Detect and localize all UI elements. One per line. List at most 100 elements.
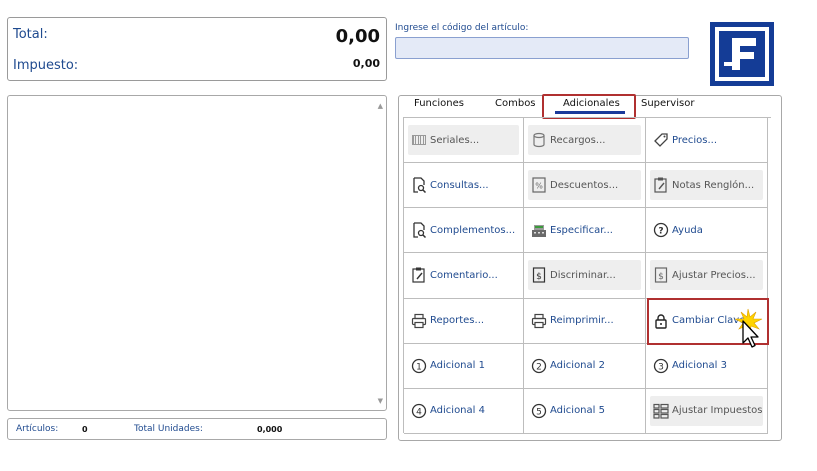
- document-search-icon: [411, 177, 427, 194]
- seriales-button[interactable]: Seriales...: [408, 125, 519, 156]
- descuentos-button[interactable]: % Descuentos...: [528, 170, 641, 201]
- tax-label: Impuesto:: [13, 58, 79, 73]
- svg-text:%: %: [535, 182, 543, 191]
- descuentos-label: Descuentos...: [550, 179, 619, 191]
- articles-value: 0: [82, 425, 88, 434]
- precios-button[interactable]: Precios...: [650, 125, 763, 155]
- complementos-button[interactable]: Complementos...: [408, 215, 519, 245]
- svg-text:5: 5: [536, 407, 542, 417]
- discriminar-label: Discriminar...: [550, 269, 616, 281]
- complementos-label: Complementos...: [430, 224, 516, 236]
- grid-cell: Precios...: [646, 118, 768, 164]
- grid-cell: Cambiar Clave: [646, 298, 768, 344]
- svg-text:$: $: [536, 272, 542, 282]
- grid-list-icon: [653, 403, 669, 419]
- tab-supervisor[interactable]: Supervisor: [641, 98, 694, 109]
- comentario-label: Comentario...: [430, 269, 498, 281]
- clipboard-edit-icon: [653, 177, 669, 193]
- circle-2-icon: 2: [531, 358, 547, 374]
- reimprimir-button[interactable]: Reimprimir...: [528, 306, 641, 336]
- svg-text:?: ?: [658, 227, 663, 237]
- circle-1-icon: 1: [411, 358, 427, 374]
- adicional-4-button[interactable]: 4 Adicional 4: [408, 396, 519, 426]
- ayuda-button[interactable]: ? Ayuda: [650, 215, 763, 245]
- dollar-document-icon: $: [531, 267, 547, 284]
- especificar-button[interactable]: Especificar...: [528, 215, 641, 245]
- grid-cell: Especificar...: [524, 208, 646, 254]
- svg-text:2: 2: [536, 362, 542, 372]
- grid-cell: 4 Adicional 4: [404, 388, 524, 434]
- grid-cell: Reportes...: [404, 298, 524, 344]
- totals-panel: Total: 0,00 Impuesto: 0,00: [7, 17, 387, 81]
- grid-cell: Recargos...: [524, 118, 646, 164]
- grid-cell: Comentario...: [404, 253, 524, 299]
- circle-3-icon: 3: [653, 358, 669, 374]
- adicional-2-button[interactable]: 2 Adicional 2: [528, 351, 641, 381]
- grid-cell: Consultas...: [404, 163, 524, 209]
- active-tab-indicator: [555, 111, 625, 114]
- grid-cell: $ Discriminar...: [524, 253, 646, 299]
- document-search-icon: [411, 222, 427, 239]
- ajustar-impuestos-label: Ajustar Impuestos...: [672, 405, 763, 417]
- button-grid: Seriales... Recargos... Precios... Consu…: [403, 117, 771, 434]
- total-label: Total:: [13, 27, 48, 42]
- tax-value: 0,00: [352, 57, 380, 70]
- recargos-button[interactable]: Recargos...: [528, 125, 641, 156]
- svg-text:3: 3: [658, 362, 664, 372]
- discriminar-button[interactable]: $ Discriminar...: [528, 260, 641, 291]
- tab-combos[interactable]: Combos: [495, 98, 536, 109]
- consultas-button[interactable]: Consultas...: [408, 170, 519, 200]
- articles-label: Artículos:: [16, 424, 59, 434]
- item-list[interactable]: ▲ ▼: [7, 95, 387, 411]
- total-units-label: Total Unidades:: [134, 424, 203, 434]
- ajustar-precios-button[interactable]: $ Ajustar Precios...: [650, 260, 763, 291]
- reimprimir-label: Reimprimir...: [550, 315, 614, 327]
- adicional-3-button[interactable]: 3 Adicional 3: [650, 351, 763, 381]
- barcode-icon: [411, 132, 427, 148]
- function-tabs-panel: Funciones Combos Adicionales Supervisor …: [398, 94, 782, 441]
- ajustar-impuestos-button[interactable]: Ajustar Impuestos...: [650, 395, 763, 426]
- price-tag-icon: [653, 132, 669, 148]
- grid-cell: Complementos...: [404, 208, 524, 254]
- adicional-5-button[interactable]: 5 Adicional 5: [528, 396, 641, 426]
- app-logo: [710, 22, 774, 86]
- reportes-button[interactable]: Reportes...: [408, 306, 519, 336]
- notas-renglon-label: Notas Renglón...: [672, 179, 755, 191]
- svg-text:$: $: [658, 272, 664, 282]
- adicional-5-label: Adicional 5: [550, 405, 605, 417]
- adicional-3-label: Adicional 3: [672, 360, 727, 372]
- cambiar-clave-button[interactable]: Cambiar Clave: [650, 306, 763, 336]
- tab-funciones[interactable]: Funciones: [414, 98, 464, 109]
- register-icon: [531, 222, 547, 238]
- grid-cell: $ Ajustar Precios...: [646, 253, 768, 299]
- precios-label: Precios...: [672, 134, 718, 146]
- percent-document-icon: %: [531, 177, 547, 193]
- grid-cell: 1 Adicional 1: [404, 343, 524, 389]
- printer-icon: [411, 313, 427, 329]
- grid-cell: Seriales...: [404, 118, 524, 164]
- circle-4-icon: 4: [411, 403, 427, 419]
- lock-icon: [653, 313, 669, 329]
- adicional-2-label: Adicional 2: [550, 360, 605, 372]
- grid-cell: 2 Adicional 2: [524, 343, 646, 389]
- clipboard-edit-icon: [411, 267, 427, 284]
- svg-text:4: 4: [416, 407, 422, 417]
- reportes-label: Reportes...: [430, 315, 485, 327]
- grid-cell: Ajustar Impuestos...: [646, 388, 768, 434]
- notas-renglon-button[interactable]: Notas Renglón...: [650, 170, 763, 201]
- database-icon: [531, 132, 547, 148]
- printer-icon: [531, 313, 547, 329]
- status-bar: Artículos: 0 Total Unidades: 0,000: [7, 418, 387, 440]
- scroll-up-arrow-icon[interactable]: ▲: [378, 102, 383, 110]
- grid-cell: 5 Adicional 5: [524, 388, 646, 434]
- tab-adicionales[interactable]: Adicionales: [563, 98, 620, 109]
- especificar-label: Especificar...: [550, 224, 613, 236]
- grid-cell: ? Ayuda: [646, 208, 768, 254]
- adicional-1-button[interactable]: 1 Adicional 1: [408, 351, 519, 381]
- comentario-button[interactable]: Comentario...: [408, 260, 519, 290]
- article-code-input[interactable]: [395, 37, 689, 59]
- svg-text:1: 1: [416, 362, 422, 372]
- grid-cell: Reimprimir...: [524, 298, 646, 344]
- total-value: 0,00: [335, 26, 380, 47]
- scroll-down-arrow-icon[interactable]: ▼: [378, 397, 383, 405]
